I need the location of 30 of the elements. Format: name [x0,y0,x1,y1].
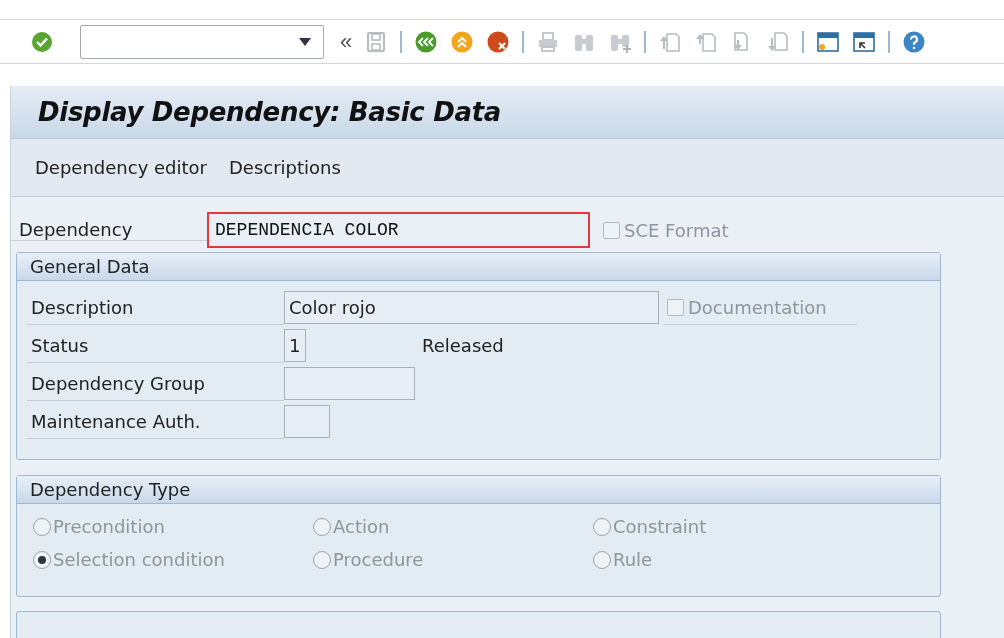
back-icon[interactable] [414,29,439,54]
input-field[interactable] [284,367,415,400]
check-icon[interactable] [30,29,54,54]
dropdown-caret-icon[interactable] [299,37,311,46]
radio-label: Procedure [333,549,424,570]
new-window-icon[interactable] [816,29,841,54]
input-field[interactable]: Color rojo [284,291,659,324]
shortcut-window-icon[interactable] [852,29,877,54]
help-icon[interactable] [902,29,927,54]
radio-label: Precondition [53,516,165,537]
checkbox-label: Documentation [688,296,827,318]
menu-item[interactable]: Descriptions [225,155,345,180]
cancel-icon[interactable] [486,29,511,54]
radio-label: Action [333,516,390,537]
input-field[interactable] [284,405,330,438]
menu-item[interactable]: Dependency editor [31,155,211,180]
input-field[interactable]: 1 [284,329,306,362]
group-title: General Data [17,253,940,281]
radio-label: Selection condition [53,549,225,570]
status-text: Released [422,335,504,356]
checkbox-label: SCE Format [624,219,729,241]
dependency-input-field[interactable]: DEPENDENCIA COLOR [208,213,589,247]
collapse-button[interactable]: « [340,29,353,54]
group-title: Dependency Type [17,476,940,504]
page-title: Display Dependency: Basic Data [38,97,502,127]
radio-label: Constraint [613,516,707,537]
exit-icon[interactable] [450,29,475,54]
page-down-arrow-icon[interactable] [766,29,791,54]
command-field[interactable] [80,24,324,59]
radio-label: Rule [613,549,653,570]
